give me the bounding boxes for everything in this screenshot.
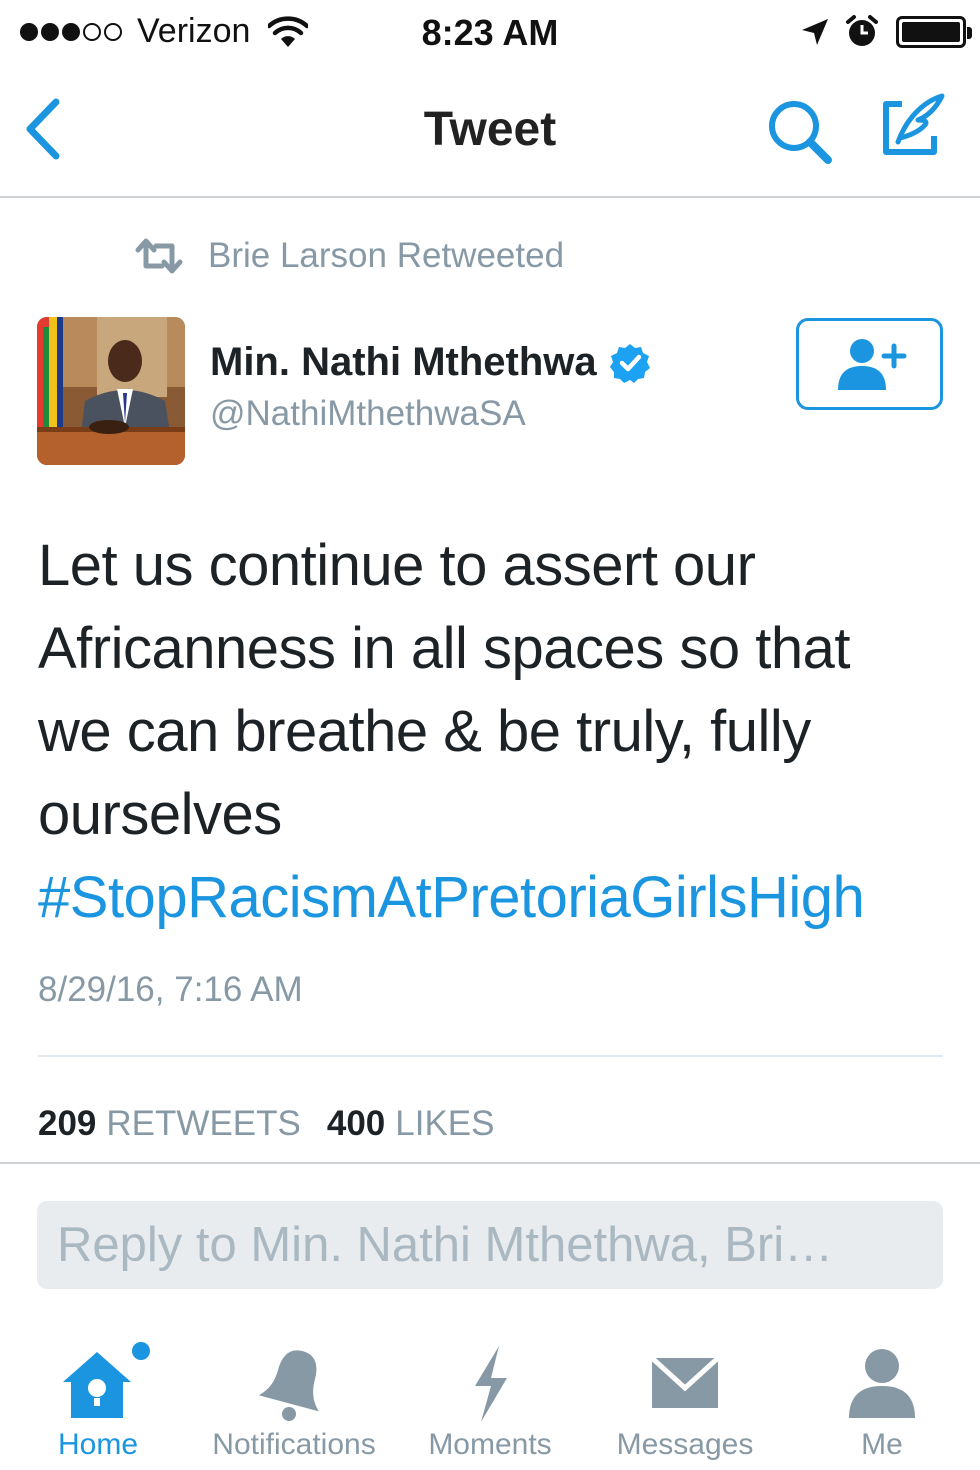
tweet-timestamp: 8/29/16, 7:16 AM (38, 970, 303, 1009)
divider (38, 1055, 943, 1057)
verified-badge-icon (609, 343, 650, 383)
battery-icon (896, 16, 972, 48)
tab-me[interactable]: Me (846, 1320, 918, 1470)
likes-label: LIKES (395, 1104, 495, 1143)
tab-label: Notifications (212, 1428, 376, 1461)
tab-moments[interactable]: Moments (424, 1320, 556, 1470)
tweet-text: Let us continue to assert our Africannes… (38, 524, 958, 939)
tweet-text-line: ourselves (38, 782, 282, 847)
reply-box[interactable] (37, 1201, 943, 1289)
avatar[interactable] (37, 317, 185, 465)
tweet-text-line: Africanness in all spaces so that (38, 616, 851, 681)
tab-notifications[interactable]: Notifications (204, 1320, 384, 1470)
lightning-icon (475, 1346, 507, 1422)
new-tweets-dot (132, 1342, 150, 1360)
tab-messages[interactable]: Messages (612, 1320, 758, 1470)
retweets-label: RETWEETS (106, 1104, 301, 1143)
likes-count[interactable]: 400 LIKES (327, 1104, 495, 1144)
signal-dot (104, 22, 122, 41)
tab-label: Messages (616, 1428, 754, 1461)
likes-number: 400 (326, 1104, 386, 1143)
search-icon[interactable] (764, 96, 836, 168)
follow-button[interactable] (796, 318, 943, 410)
retweet-context-label: Brie Larson Retweeted (208, 236, 565, 275)
tab-label: Me (861, 1428, 903, 1461)
retweets-number: 209 (38, 1104, 97, 1143)
tab-bar: Home Notifications Moments Messages Me (0, 1320, 980, 1470)
envelope-icon (650, 1356, 720, 1408)
status-bar: Verizon 8:23 AM (0, 0, 980, 64)
tweet-stats: 209 RETWEETS 400 LIKES (38, 1104, 521, 1144)
reply-input[interactable] (57, 1217, 923, 1273)
alarm-clock-icon (846, 15, 878, 46)
divider (0, 1162, 980, 1164)
avatar-image (37, 317, 185, 465)
author-handle[interactable]: @NathiMthethwaSA (210, 394, 526, 434)
author-name[interactable]: Min. Nathi Mthethwa (210, 340, 597, 385)
status-bar-left: Verizon (20, 12, 309, 51)
status-bar-right (800, 14, 972, 50)
chevron-left-icon[interactable] (18, 94, 68, 164)
location-arrow-icon (802, 19, 828, 45)
signal-dot (20, 22, 38, 41)
signal-dot (41, 22, 59, 41)
tab-label: Home (57, 1428, 139, 1461)
tweet-text-line: Let us continue to assert our (38, 533, 756, 598)
author-name-row: Min. Nathi Mthethwa (210, 340, 651, 385)
hashtag-link[interactable]: #StopRacismAtPretoriaGirlsHigh (38, 856, 958, 939)
person-icon (849, 1349, 915, 1418)
add-user-icon (837, 339, 906, 390)
compose-icon[interactable] (876, 90, 948, 162)
carrier-name: Verizon (137, 12, 251, 50)
home-icon (63, 1352, 131, 1418)
wifi-icon (268, 15, 309, 47)
signal-dot (83, 22, 101, 41)
retweets-count[interactable]: 209 RETWEETS (38, 1104, 301, 1144)
tweet-text-line: we can breathe & be truly, fully (38, 699, 811, 764)
retweet-context[interactable]: Brie Larson Retweeted (134, 236, 564, 276)
bell-icon (258, 1350, 319, 1421)
navigation-bar: Tweet (0, 64, 980, 198)
tab-label: Moments (428, 1428, 552, 1461)
signal-dot (62, 22, 80, 41)
signal-strength-indicator (20, 22, 125, 41)
retweet-icon (135, 238, 183, 274)
tab-home[interactable]: Home (48, 1320, 150, 1470)
